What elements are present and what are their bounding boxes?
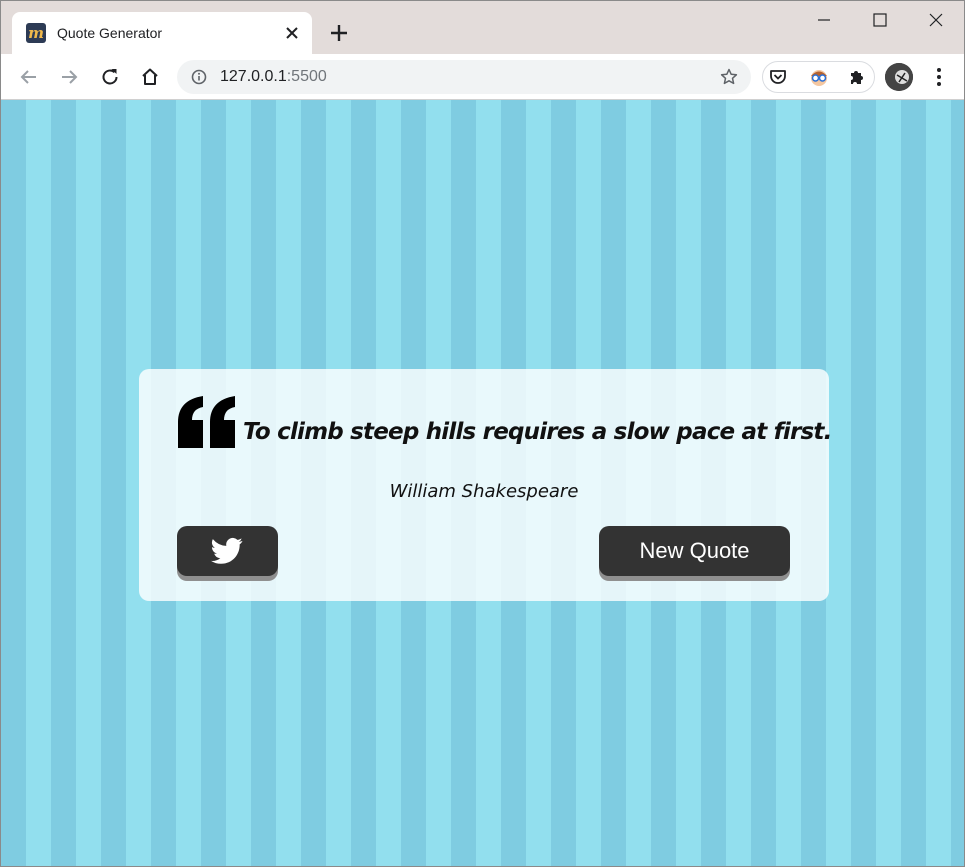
more-menu-icon[interactable]: [927, 65, 951, 89]
minimize-icon[interactable]: [796, 1, 852, 41]
reload-icon[interactable]: [98, 65, 122, 89]
profile-avatar[interactable]: [885, 63, 913, 91]
address-bar[interactable]: 127.0.0.1:5500: [177, 60, 751, 94]
pocket-icon[interactable]: [768, 67, 788, 87]
maximize-icon[interactable]: [852, 1, 908, 41]
new-quote-button[interactable]: New Quote: [599, 526, 790, 576]
tab-title: Quote Generator: [57, 25, 163, 41]
close-tab-icon[interactable]: [282, 23, 302, 43]
browser-window: m Quote Generator 127.0.0.1:5500 To clim…: [0, 0, 965, 867]
new-tab-icon[interactable]: [325, 19, 353, 47]
twitter-icon: [211, 537, 243, 564]
bookmark-star-icon[interactable]: [719, 67, 739, 87]
forward-icon[interactable]: [57, 65, 81, 89]
url-text: 127.0.0.1:5500: [220, 68, 327, 86]
quote-text: To climb steep hills requires a slow pac…: [243, 419, 832, 445]
home-icon[interactable]: [138, 65, 162, 89]
tab-strip: m Quote Generator: [1, 1, 964, 54]
url-host: 127.0.0.1: [220, 68, 287, 85]
info-icon[interactable]: [191, 69, 207, 85]
page-viewport: To climb steep hills requires a slow pac…: [1, 100, 964, 866]
url-port: :5500: [286, 68, 327, 85]
quote-author: William Shakespeare: [389, 481, 579, 502]
extensions-puzzle-icon[interactable]: [847, 67, 867, 87]
extensions-group: [762, 61, 875, 93]
quote-left-icon: [178, 396, 235, 448]
window-close-icon[interactable]: [908, 1, 964, 41]
tab-quote-generator[interactable]: m Quote Generator: [12, 12, 312, 54]
browser-toolbar: 127.0.0.1:5500: [1, 54, 964, 100]
favicon-icon: m: [26, 23, 46, 43]
quote-container: To climb steep hills requires a slow pac…: [139, 369, 832, 601]
back-icon[interactable]: [17, 65, 41, 89]
tweet-button[interactable]: [177, 526, 278, 576]
avatar-icon: [885, 63, 913, 91]
extension-face-icon[interactable]: [808, 66, 830, 88]
